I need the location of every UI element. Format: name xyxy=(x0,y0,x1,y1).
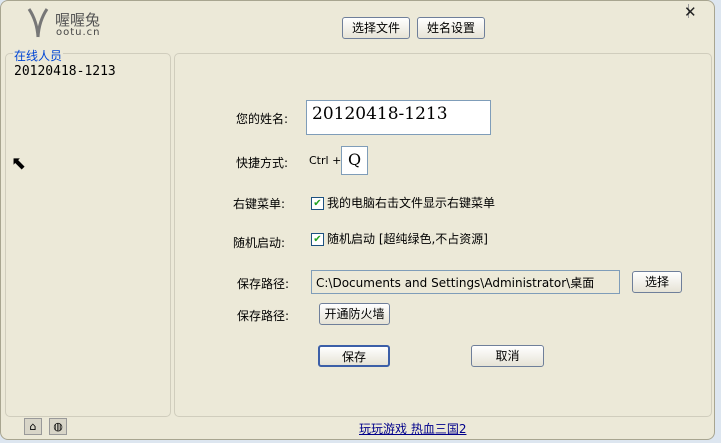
home-icon[interactable]: ⌂ xyxy=(24,418,42,435)
shortcut-label: 快捷方式: xyxy=(236,156,289,170)
startup-text: 随机启动 [超纯绿色,不占资源] xyxy=(327,232,488,246)
logo: 喔喔兔 ootu.cn xyxy=(25,7,115,43)
firewall-label: 保存路径: xyxy=(237,309,290,323)
name-input[interactable]: 20120418-1213 xyxy=(306,100,491,135)
startup-label: 随机启动: xyxy=(233,236,286,250)
mouse-cursor-icon: ⬉ xyxy=(11,153,27,174)
select-file-button[interactable]: 选择文件 xyxy=(342,17,410,39)
game-link[interactable]: 玩玩游戏 热血三国2 xyxy=(359,420,466,437)
rabbit-ears-icon xyxy=(27,8,49,38)
browse-button[interactable]: 选择 xyxy=(632,271,682,293)
globe-icon[interactable]: ◍ xyxy=(49,418,67,435)
close-icon[interactable]: ✕ xyxy=(684,3,697,21)
open-firewall-button[interactable]: 开通防火墙 xyxy=(319,303,390,325)
name-settings-button[interactable]: 姓名设置 xyxy=(417,17,485,39)
user-item[interactable]: 20120418-1213 xyxy=(14,64,116,79)
save-path-input[interactable]: C:\Documents and Settings\Administrator\… xyxy=(311,270,620,294)
cancel-button[interactable]: 取消 xyxy=(471,345,544,367)
context-menu-text: 我的电脑右击文件显示右键菜单 xyxy=(327,196,496,210)
context-menu-label: 右键菜单: xyxy=(233,197,286,211)
save-path-label: 保存路径: xyxy=(237,277,290,291)
context-menu-checkbox[interactable]: ✔ 我的电脑右击文件显示右键菜单 xyxy=(311,194,495,211)
save-button[interactable]: 保存 xyxy=(318,345,390,367)
online-title: 在线人员 xyxy=(13,47,64,64)
check-icon: ✔ xyxy=(311,197,324,210)
logo-domain: ootu.cn xyxy=(56,27,101,38)
check-icon: ✔ xyxy=(311,233,324,246)
name-label: 您的姓名: xyxy=(236,112,289,126)
main-window: 喔喔兔 ootu.cn 选择文件 姓名设置 ✕ 在线人员 20120418-12… xyxy=(0,0,715,440)
startup-checkbox[interactable]: ✔ 随机启动 [超纯绿色,不占资源] xyxy=(311,230,488,247)
online-panel xyxy=(5,53,171,417)
shortcut-key-input[interactable]: Q xyxy=(341,146,368,175)
ctrl-label: Ctrl + xyxy=(309,154,342,167)
